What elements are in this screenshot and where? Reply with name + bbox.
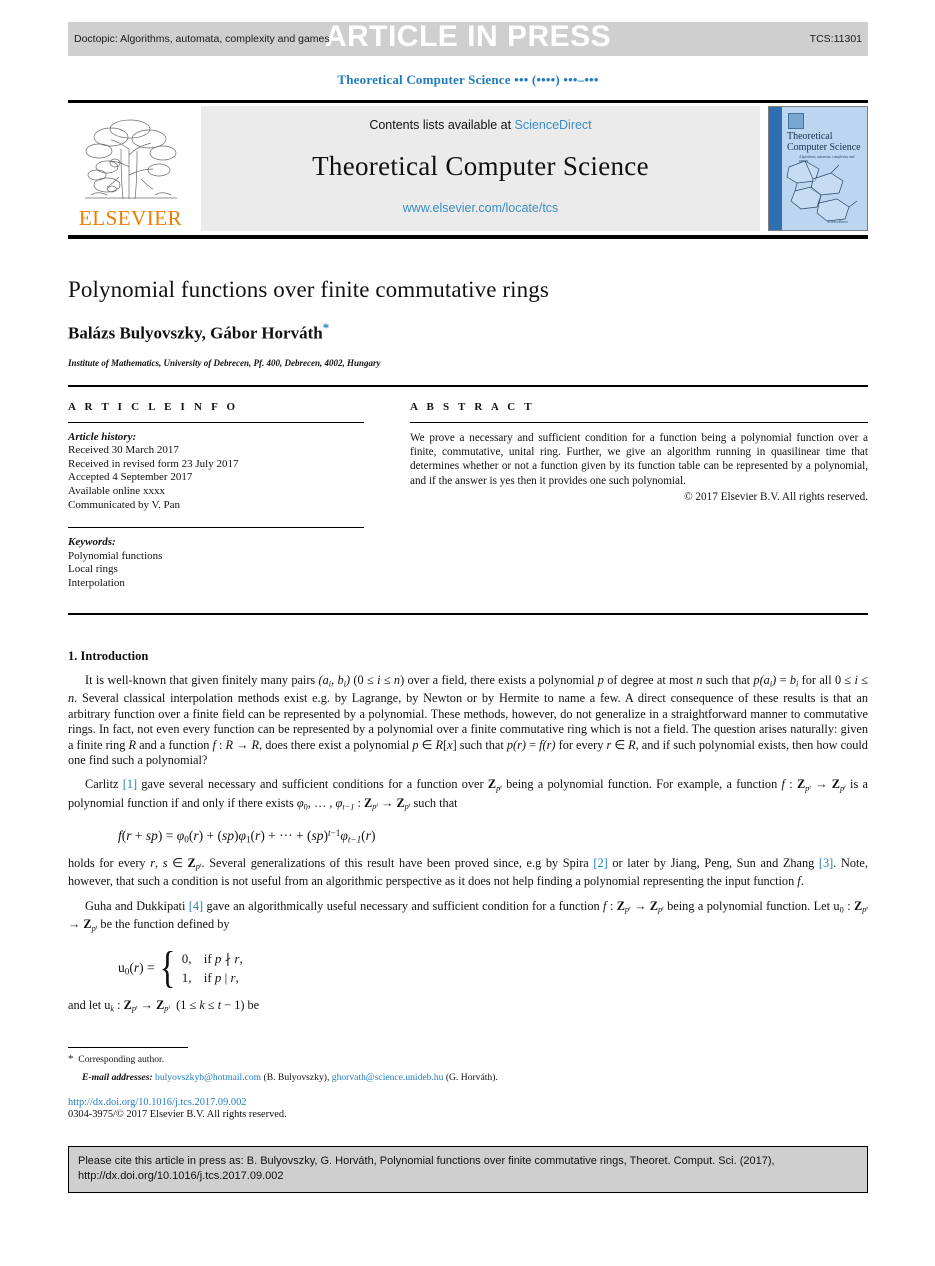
author-names: Balázs Bulyovszky, Gábor Horváth xyxy=(68,323,323,343)
footnote-star-marker: * xyxy=(68,1052,74,1065)
email-link-1[interactable]: bulyovszkyb@hotmail.com xyxy=(155,1072,261,1083)
cover-footer: ScienceDirect xyxy=(827,219,848,224)
doctopic-label: Doctopic: Algorithms, automata, complexi… xyxy=(74,33,330,45)
case-condition-1: if p ∤ r, xyxy=(203,951,243,967)
piecewise-cases: 0, if p ∤ r, 1, if p | r, xyxy=(182,949,243,987)
article-info-heading: A R T I C L E I N F O xyxy=(68,400,239,413)
elsevier-tree-icon xyxy=(84,119,177,200)
paragraph-2: Carlitz [1] gave several necessary and s… xyxy=(68,777,868,812)
article-info-rule xyxy=(68,421,364,423)
history-item: Received in revised form 23 July 2017 xyxy=(68,457,239,470)
citation-link-4[interactable]: [4] xyxy=(189,899,203,913)
article-history-label: Article history: xyxy=(68,430,137,443)
paragraph-3: holds for every r, s ∈ Zpt. Several gene… xyxy=(68,855,868,889)
history-item: Communicated by V. Pan xyxy=(68,498,181,511)
equation-u0-definition: u0(r) = { 0, if p ∤ r, 1, if p | r, xyxy=(118,943,868,993)
cite-line-2: http://dx.doi.org/10.1016/j.tcs.2017.09.… xyxy=(78,1169,284,1182)
history-item: Received 30 March 2017 xyxy=(68,444,179,457)
history-item: Accepted 4 September 2017 xyxy=(68,471,193,484)
page-title: Polynomial functions over finite commuta… xyxy=(68,277,549,302)
citation-link-1[interactable]: [1] xyxy=(123,777,137,791)
manuscript-code: TCS:11301 xyxy=(809,33,862,45)
email-owner-1: (B. Bulyovszky), xyxy=(263,1071,330,1083)
journal-title: Theoretical Computer Science xyxy=(312,151,649,181)
issn-copyright-line: 0304-3975/© 2017 Elsevier B.V. All right… xyxy=(68,1108,287,1120)
affiliation: Institute of Mathematics, University of … xyxy=(68,357,381,368)
abstract-column: A B S T R A C T We prove a necessary and… xyxy=(410,401,868,591)
keyword-item: Polynomial functions xyxy=(68,549,163,562)
info-top-rule xyxy=(68,384,868,387)
author-list: Balázs Bulyovszky, Gábor Horváth* xyxy=(68,320,868,344)
sciencedirect-link[interactable]: ScienceDirect xyxy=(515,118,592,132)
history-item: Available online xxxx xyxy=(68,485,165,498)
keywords-block: Keywords: Polynomial functions Local rin… xyxy=(68,536,364,590)
cover-logo-square xyxy=(788,113,804,129)
abstract-copyright: © 2017 Elsevier B.V. All rights reserved… xyxy=(684,491,868,504)
cite-line-1: Please cite this article in press as: B.… xyxy=(78,1154,775,1167)
case-row-1: 0, if p ∤ r, xyxy=(182,951,243,966)
case-condition-2: if p | r, xyxy=(203,970,239,986)
masthead-center: Contents lists available at ScienceDirec… xyxy=(201,106,760,231)
page-content: Doctopic: Algorithms, automata, complexi… xyxy=(68,0,868,1193)
cite-this-article-box: Please cite this article in press as: B.… xyxy=(68,1145,868,1193)
piecewise-expression: u0(r) = { 0, if p ∤ r, 1, if p | r, xyxy=(118,943,243,993)
email-owner-2: (G. Horváth). xyxy=(445,1071,498,1083)
masthead-bottom-rule xyxy=(68,235,868,239)
footnote-rule xyxy=(68,1046,188,1048)
abstract-rule xyxy=(410,421,868,423)
article-info-column: A R T I C L E I N F O Article history: R… xyxy=(68,401,364,591)
abstract-text: We prove a necessary and sufficient cond… xyxy=(410,431,868,487)
elsevier-wordmark: ELSEVIER xyxy=(78,206,183,230)
paragraph-1: It is well-known that given finitely man… xyxy=(68,672,868,767)
citation-link-2[interactable]: [2] xyxy=(593,856,607,870)
contents-available-line: Contents lists available at ScienceDirec… xyxy=(369,118,591,132)
cover-chemical-graphic xyxy=(786,160,858,222)
equation-u0-lhs: u0(r) = xyxy=(118,959,155,977)
masthead-top-rule xyxy=(68,100,868,103)
journal-masthead: ELSEVIER Contents lists available at Sci… xyxy=(68,106,868,231)
citation-link-3[interactable]: [3] xyxy=(819,856,833,870)
email-addresses-label: E-mail addresses: xyxy=(82,1071,153,1083)
email-link-2[interactable]: ghorvath@science.unideb.hu xyxy=(332,1072,444,1083)
doi-link[interactable]: http://dx.doi.org/10.1016/j.tcs.2017.09.… xyxy=(68,1097,868,1108)
equation-carlitz: f(r + sp) = φ0(r) + (sp)φ1(r) + ··· + (s… xyxy=(118,827,376,845)
footnote-corresponding-text: Corresponding author. xyxy=(78,1053,165,1065)
keywords-rule xyxy=(68,527,364,529)
footnote-emails: E-mail addresses: bulyovszkyb@hotmail.co… xyxy=(68,1071,868,1084)
keyword-item: Interpolation xyxy=(68,577,125,589)
contents-prefix: Contents lists available at xyxy=(369,118,515,132)
elsevier-logo: ELSEVIER xyxy=(68,106,193,231)
left-brace-glyph: { xyxy=(159,943,176,993)
corresponding-author-marker: * xyxy=(322,320,330,335)
case-row-2: 1, if p | r, xyxy=(182,970,239,985)
cover-title: Theoretical Computer Science xyxy=(787,131,861,153)
paper-page: Doctopic: Algorithms, automata, complexi… xyxy=(0,0,935,1266)
footnote-corresponding: * Corresponding author. xyxy=(68,1053,868,1066)
journal-homepage-link[interactable]: www.elsevier.com/locate/tcs xyxy=(403,201,559,215)
keyword-item: Local rings xyxy=(68,563,118,576)
article-history: Article history: Received 30 March 2017 … xyxy=(68,431,364,513)
case-value-2: 1, xyxy=(181,970,192,986)
journal-reference-line: Theoretical Computer Science ••• (••••) … xyxy=(337,72,599,87)
body-top-rule xyxy=(68,612,868,615)
paragraph-4: Guha and Dukkipati [4] gave an algorithm… xyxy=(68,898,868,933)
abstract-heading: A B S T R A C T xyxy=(410,400,535,413)
keywords-label: Keywords: xyxy=(68,536,116,549)
info-abstract-block: A R T I C L E I N F O Article history: R… xyxy=(68,401,868,591)
paragraph-5: and let uk : Zpt → Zpt (1 ≤ k ≤ t − 1) b… xyxy=(68,998,260,1014)
cover-side-strip xyxy=(769,107,782,230)
column-gap xyxy=(364,401,410,591)
journal-cover-thumbnail: Theoretical Computer Science Algorithms,… xyxy=(768,106,868,231)
case-value-1: 0, xyxy=(181,951,192,967)
section-heading-introduction: 1. Introduction xyxy=(68,648,149,663)
running-head: Doctopic: Algorithms, automata, complexi… xyxy=(68,20,868,56)
